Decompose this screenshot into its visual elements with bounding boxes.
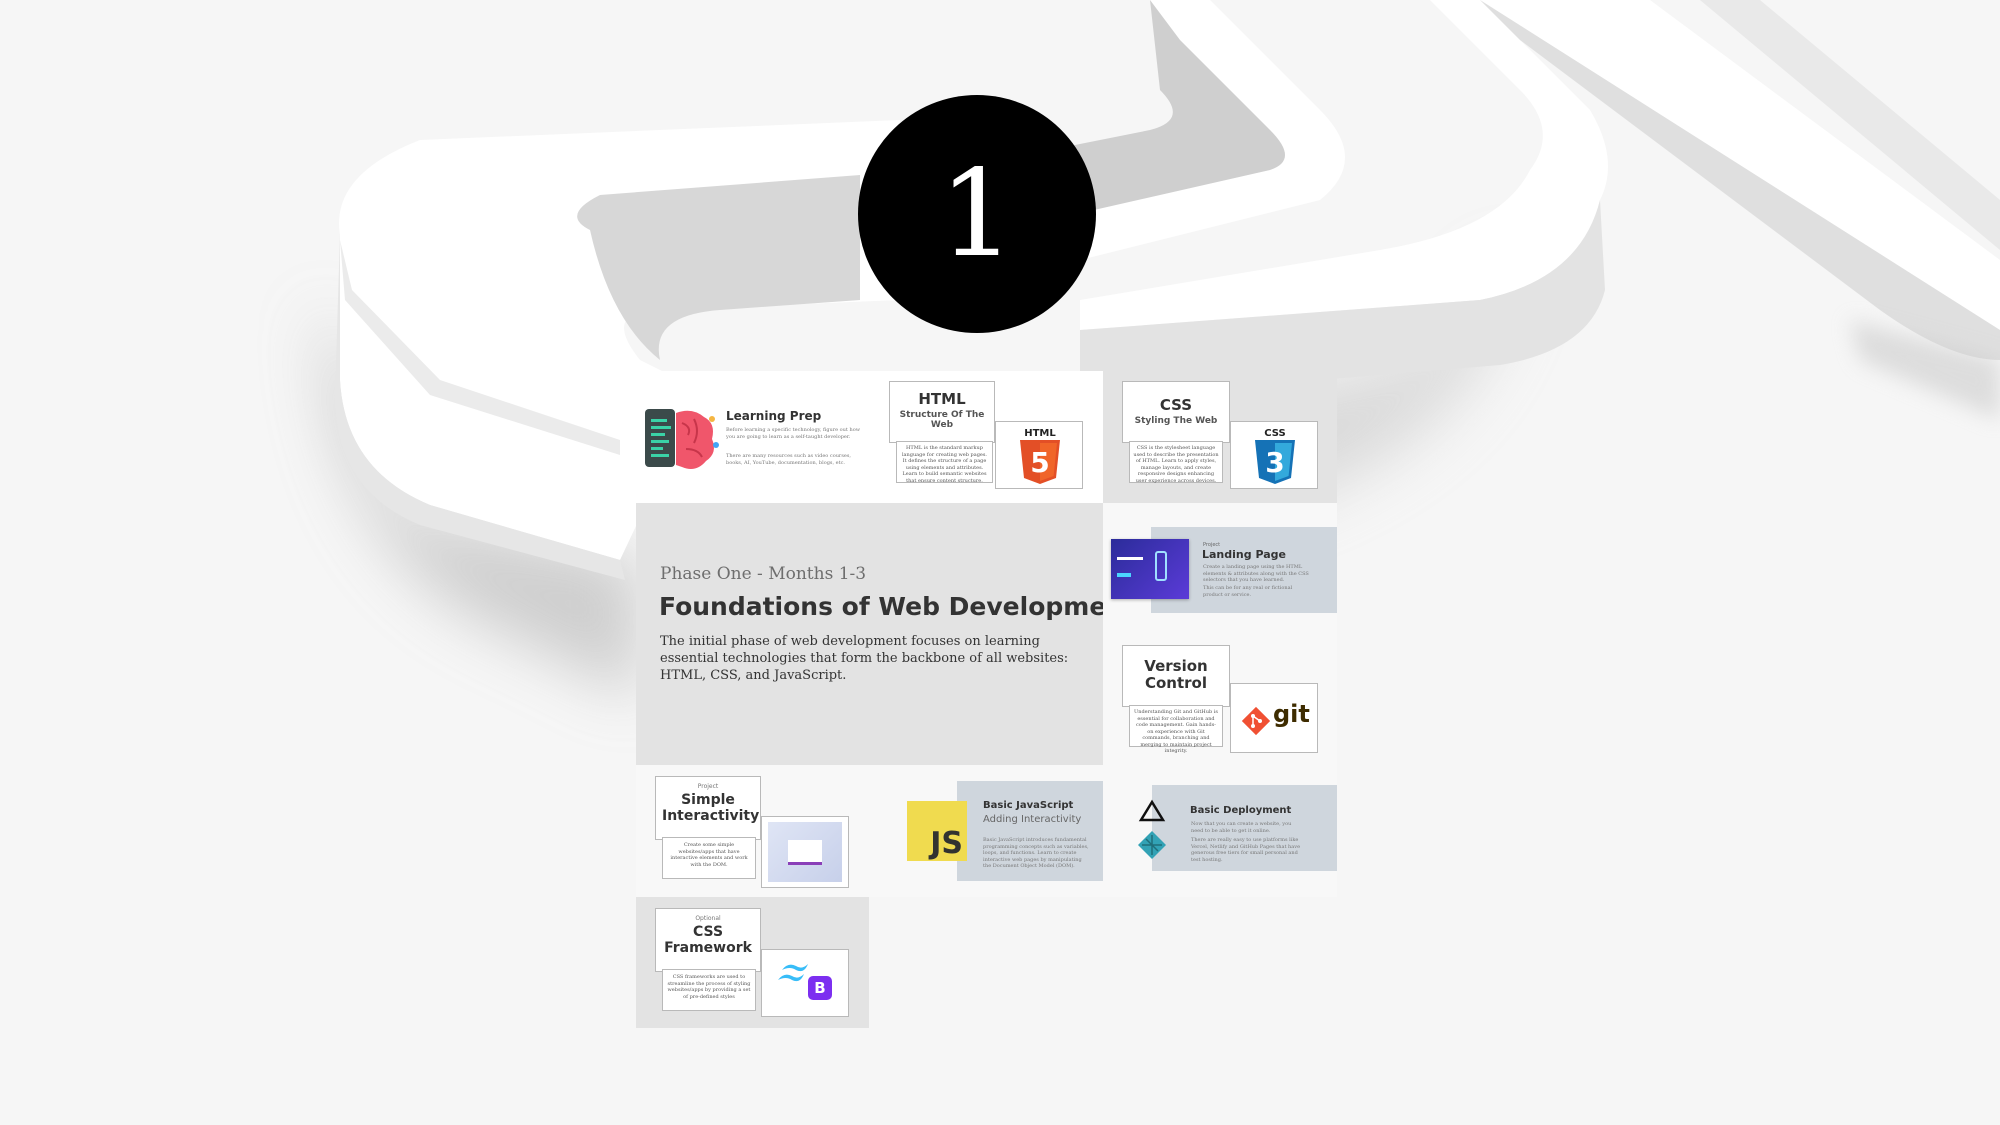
basic-deployment-title: Basic Deployment bbox=[1190, 805, 1292, 816]
phase-description: The initial phase of web development foc… bbox=[660, 634, 1069, 683]
version-control-description: Understanding Git and GitHub is essentia… bbox=[1134, 709, 1218, 754]
app-preview-bar bbox=[788, 862, 822, 865]
css-title: CSS bbox=[1159, 396, 1193, 414]
html-description-card: HTML is the standard markup language for… bbox=[896, 441, 993, 484]
phase-title: Foundations of Web Development bbox=[659, 592, 1137, 621]
css-framework-kicker: Optional bbox=[695, 915, 721, 922]
landing-page-text-2: This can be for any real or fictional pr… bbox=[1203, 585, 1293, 598]
simple-interactivity-description-card: Create some simple websites/apps that ha… bbox=[662, 837, 756, 879]
html-subtitle: Structure Of The Web bbox=[899, 410, 985, 430]
css-description: CSS is the stylesheet language used to d… bbox=[1133, 445, 1219, 484]
version-control-title: Version Control bbox=[1144, 657, 1208, 692]
learning-prep-text-1: Before learning a specific technology, f… bbox=[726, 427, 861, 440]
phase-label: Phase One - Months 1-3 bbox=[660, 564, 867, 584]
basic-javascript-subtitle: Adding Interactivity bbox=[983, 814, 1082, 825]
bootstrap-icon: B bbox=[808, 976, 832, 1000]
basic-deployment-text-1: Now that you can create a website, you n… bbox=[1191, 821, 1292, 834]
css-framework-description: CSS frameworks are used to streamline th… bbox=[667, 974, 751, 1000]
css-title-card[interactable]: CSS Styling The Web bbox=[1122, 381, 1230, 443]
css-subtitle: Styling The Web bbox=[1134, 416, 1218, 426]
html-logo-card: HTML 5 bbox=[995, 421, 1083, 489]
phase-number: 1 bbox=[938, 144, 1016, 284]
landing-page-text-1: Create a landing page using the HTML ele… bbox=[1203, 564, 1309, 583]
simple-interactivity-title-card[interactable]: Project Simple Interactivity bbox=[655, 776, 761, 840]
app-preview-window bbox=[788, 840, 822, 864]
learning-prep-title: Learning Prep bbox=[726, 409, 822, 423]
phase-number-badge: 1 bbox=[858, 95, 1096, 333]
css3-icon: CSS 3 bbox=[1255, 428, 1295, 484]
landing-page-title: Landing Page bbox=[1202, 548, 1286, 561]
vercel-icon bbox=[1138, 799, 1166, 822]
basic-deployment-text-2: There are really easy to use platforms l… bbox=[1191, 837, 1301, 863]
landing-phone-mockup bbox=[1155, 551, 1167, 581]
simple-interactivity-preview-card bbox=[761, 816, 849, 888]
git-icon bbox=[1241, 706, 1271, 736]
learning-prep-text-2: There are many resources such as video c… bbox=[726, 453, 851, 466]
javascript-logo-text: JS bbox=[930, 826, 963, 861]
landing-cta-bar bbox=[1117, 573, 1131, 577]
html-title-card[interactable]: HTML Structure Of The Web bbox=[889, 381, 995, 443]
netlify-icon bbox=[1138, 831, 1166, 859]
css-framework-description-card: CSS frameworks are used to streamline th… bbox=[662, 969, 756, 1011]
svg-text:3: 3 bbox=[1265, 446, 1284, 479]
slide-grid: Learning Prep Before learning a specific… bbox=[636, 371, 1337, 1028]
css-logo-card: CSS 3 bbox=[1230, 421, 1318, 489]
css-description-card: CSS is the stylesheet language used to d… bbox=[1129, 441, 1223, 484]
simple-interactivity-title: Simple Interactivity bbox=[662, 792, 760, 824]
version-control-title-card[interactable]: Version Control bbox=[1122, 645, 1230, 707]
version-control-description-card: Understanding Git and GitHub is essentia… bbox=[1129, 705, 1223, 754]
html-logo-label: HTML bbox=[1024, 428, 1056, 439]
html-description: HTML is the standard markup language for… bbox=[901, 445, 988, 484]
git-logo-card: git bbox=[1230, 683, 1318, 753]
learning-prep-card[interactable]: Learning Prep Before learning a specific… bbox=[642, 401, 862, 481]
landing-page-screenshot bbox=[1111, 539, 1189, 599]
landing-heading-bar bbox=[1117, 557, 1143, 560]
simple-interactivity-description: Create some simple websites/apps that ha… bbox=[670, 842, 748, 868]
basic-javascript-title: Basic JavaScript bbox=[983, 800, 1074, 811]
svg-text:CSS: CSS bbox=[1264, 428, 1285, 439]
css-framework-logo-card: B bbox=[761, 949, 849, 1017]
css-framework-title: CSS Framework bbox=[664, 924, 752, 956]
html-title: HTML bbox=[918, 390, 966, 408]
app-preview-screenshot bbox=[768, 822, 842, 882]
basic-javascript-description: Basic JavaScript introduces fundamental … bbox=[983, 837, 1089, 869]
svg-text:5: 5 bbox=[1030, 446, 1049, 479]
css-framework-title-card[interactable]: Optional CSS Framework bbox=[655, 908, 761, 972]
html5-icon: HTML 5 bbox=[1020, 428, 1060, 484]
brain-icon bbox=[645, 409, 719, 469]
git-logo-text: git bbox=[1273, 700, 1310, 728]
simple-interactivity-kicker: Project bbox=[697, 783, 719, 790]
javascript-icon: JS bbox=[907, 801, 967, 861]
bootstrap-logo-text: B bbox=[814, 979, 826, 997]
